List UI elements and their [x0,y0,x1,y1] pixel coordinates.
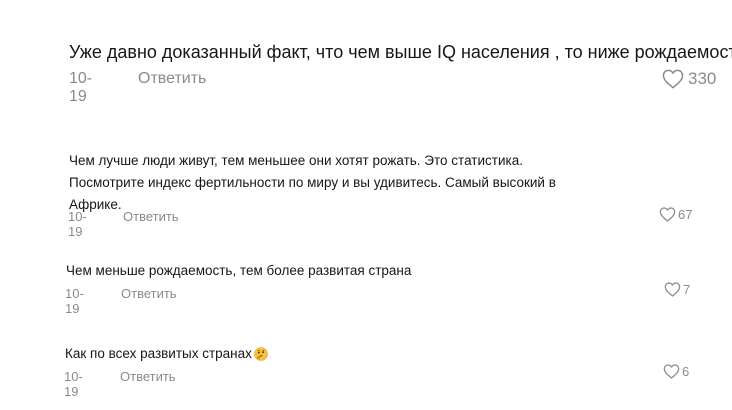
reply-button[interactable]: Ответить [121,286,177,301]
comment-text: Чем лучше люди живут, тем меньшее они хо… [69,153,556,212]
comment-text: Чем меньше рождаемость, тем более развит… [66,263,412,278]
like-button[interactable]: 6 [663,364,689,379]
reply-button[interactable]: Ответить [123,209,179,224]
comment-text: Как по всех развитых странах [65,346,268,361]
like-button[interactable]: 330 [662,69,716,89]
like-count: 7 [683,282,691,297]
comment-text: Уже давно доказанный факт, что чем выше … [69,42,732,62]
like-count: 67 [678,207,693,222]
like-count: 330 [688,69,717,88]
comment-date: 10-19 [64,369,83,399]
reply-button[interactable]: Ответить [120,369,176,384]
heart-outline-icon [663,364,680,379]
comment-date: 10-19 [65,286,84,316]
comment-date: 10-19 [69,70,93,105]
thinking-face-icon [254,346,268,361]
reply-button[interactable]: Ответить [138,70,206,88]
like-button[interactable]: 7 [664,282,690,297]
heart-outline-icon [664,282,681,297]
like-button[interactable]: 67 [659,207,692,222]
heart-outline-icon [659,207,676,222]
like-count: 6 [682,364,690,379]
comment-text-content: Как по всех развитых странах [65,346,252,361]
heart-outline-icon [662,69,684,89]
comment-date: 10-19 [68,209,87,239]
